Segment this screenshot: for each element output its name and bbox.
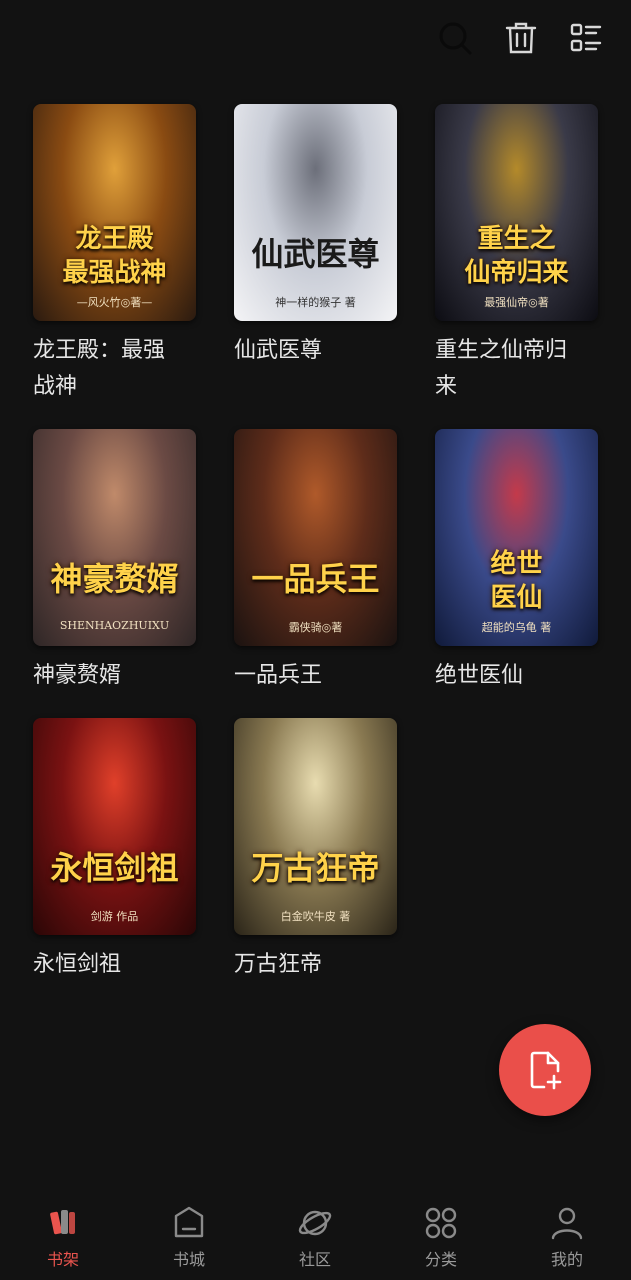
book-cover[interactable]: 重生之 仙帝归来最强仙帝◎著 (435, 104, 598, 321)
search-icon[interactable] (437, 20, 473, 56)
book-cover[interactable]: 一品兵王霸侠骑◎著 (234, 429, 397, 646)
trash-icon[interactable] (503, 20, 539, 56)
bookshelf-icon (50, 1210, 75, 1235)
tab-label: 书架 (46, 1250, 79, 1269)
tab-community[interactable]: 社区 (275, 1204, 355, 1270)
book-item[interactable]: 万古狂帝 白金吹牛皮 著万古狂帝 (234, 718, 398, 983)
add-file-button[interactable] (499, 1024, 591, 1116)
cover-author: SHENHAOZHUIXU (59, 619, 170, 632)
book-cover[interactable]: 绝世 医仙超能的乌龟 著 (435, 429, 598, 646)
cover-author: 白金吹牛皮 著 (280, 910, 351, 923)
tab-label: 分类 (424, 1250, 457, 1269)
cover-title: 神豪赘婿 (50, 560, 179, 598)
bottom-tab-bar: 书架 书城 社区 分类 我的 (0, 1196, 631, 1280)
tab-label: 我的 (550, 1250, 583, 1269)
book-cover[interactable]: 神豪赘婿 SHENHAOZHUIXU (33, 429, 196, 646)
cover-title: 仙武医尊 (251, 235, 380, 273)
book-title[interactable]: 仙武医尊 (234, 333, 384, 369)
top-toolbar (0, 0, 631, 80)
profile-icon (551, 1207, 583, 1240)
category-icon (425, 1207, 457, 1239)
add-file-icon (530, 1051, 562, 1090)
cover-title: 万古狂帝 (251, 849, 380, 887)
book-item[interactable]: 永恒剑祖 剑游 作品 永恒剑祖 (33, 718, 197, 983)
store-icon (174, 1206, 204, 1238)
cover-title: 龙王殿 最强战神 (62, 224, 167, 288)
cover-author: 最强仙帝◎著 (484, 296, 549, 309)
tab-category[interactable]: 分类 (401, 1204, 481, 1270)
cover-author: 神一样的猴子 著 (275, 296, 356, 309)
book-item[interactable]: 龙王殿 最强战神 —风火竹◎著— 龙王殿：最强战神 (33, 104, 197, 405)
cover-title: 绝世 医仙 (490, 549, 543, 613)
book-item[interactable]: 仙武医尊 神一样的猴子 著仙武医尊 (234, 104, 398, 369)
tab-bookshelf[interactable]: 书架 (23, 1204, 103, 1270)
book-cover[interactable]: 仙武医尊神一样的猴子 著 (234, 104, 397, 321)
tab-label: 社区 (298, 1250, 331, 1269)
cover-author: 剑游 作品 (90, 910, 139, 923)
book-item[interactable]: 一品兵王 霸侠骑◎著 一品兵王 (234, 429, 398, 694)
book-cover[interactable]: 龙王殿 最强战神 —风火竹◎著— (33, 104, 196, 321)
book-title[interactable]: 神豪赘婿 (33, 658, 183, 694)
cover-title: 重生之 仙帝归来 (464, 224, 569, 288)
planet-icon (298, 1210, 332, 1236)
cover-author: —风火竹◎著— (76, 296, 153, 309)
book-item[interactable]: 神豪赘婿 SHENHAOZHUIXU 神豪赘婿 (33, 429, 197, 694)
tab-profile[interactable]: 我的 (527, 1204, 607, 1270)
book-title[interactable]: 万古狂帝 (234, 947, 384, 983)
book-cover[interactable]: 万古狂帝白金吹牛皮 著 (234, 718, 397, 935)
cover-title: 永恒剑祖 (50, 849, 179, 887)
cover-title: 一品兵王 (251, 560, 380, 598)
book-item[interactable]: 绝世 医仙超能的乌龟 著绝世医仙 (435, 429, 599, 694)
book-cover[interactable]: 永恒剑祖 剑游 作品 (33, 718, 196, 935)
cover-author: 霸侠骑◎著 (288, 621, 343, 634)
book-title[interactable]: 一品兵王 (234, 658, 384, 694)
book-title[interactable]: 重生之仙帝归来 (435, 333, 585, 405)
cover-author: 超能的乌龟 著 (481, 621, 552, 634)
book-title[interactable]: 绝世医仙 (435, 658, 585, 694)
book-item[interactable]: 重生之 仙帝归来最强仙帝◎著重生之仙帝归来 (435, 104, 599, 405)
tab-store[interactable]: 书城 (149, 1204, 229, 1270)
list-icon[interactable] (568, 20, 604, 56)
tab-label: 书城 (172, 1250, 205, 1269)
book-title[interactable]: 龙王殿：最强战神 (33, 333, 183, 405)
book-title[interactable]: 永恒剑祖 (33, 947, 183, 983)
